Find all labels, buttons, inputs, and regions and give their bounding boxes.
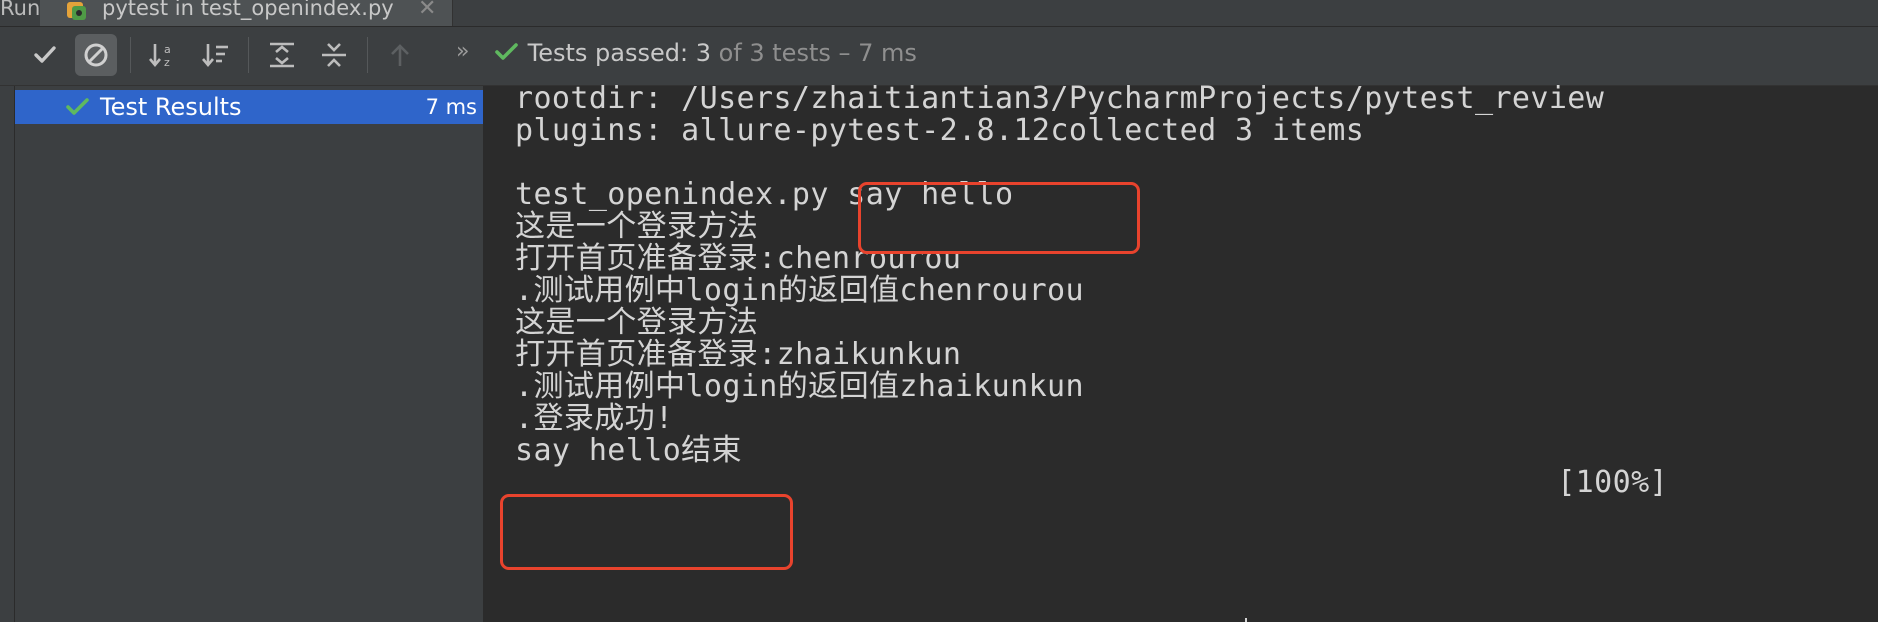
run-tab-bar: Run: pytest in test_openindex.py ✕ bbox=[0, 0, 1878, 27]
highlight-box-say-hello-end bbox=[500, 494, 793, 570]
console-line: .测试用例中login的返回值zhaikunkun bbox=[515, 369, 1084, 404]
sort-duration-icon bbox=[202, 44, 228, 68]
previous-failed-button[interactable] bbox=[379, 34, 421, 76]
tree-item-test-results[interactable]: Test Results 7 ms bbox=[15, 90, 483, 124]
test-runner-toolbar: a z » Tests passed: 3 of 3 tests – 7 ms bbox=[0, 27, 1878, 86]
svg-text:z: z bbox=[164, 56, 170, 69]
expand-all-icon bbox=[270, 42, 294, 68]
collapse-all-button[interactable] bbox=[313, 34, 355, 76]
toolbar-separator bbox=[248, 37, 249, 73]
forbidden-icon bbox=[84, 43, 108, 67]
tree-item-duration: 7 ms bbox=[425, 95, 477, 119]
run-tab[interactable]: pytest in test_openindex.py ✕ bbox=[40, 0, 453, 26]
tree-item-label: Test Results bbox=[100, 93, 242, 121]
console-line: 这是一个登录方法 bbox=[515, 305, 759, 340]
sort-alphabetically-button[interactable]: a z bbox=[142, 34, 184, 76]
show-ignored-button[interactable] bbox=[75, 34, 117, 76]
passed-check-icon bbox=[66, 98, 89, 115]
status-prefix: Tests passed: bbox=[527, 39, 696, 67]
pytest-icon bbox=[67, 2, 86, 20]
console-line: 这是一个登录方法 bbox=[515, 209, 759, 244]
console-line: plugins: allure-pytest-2.8.12collected 3… bbox=[515, 113, 1365, 148]
console-line: .测试用例中login的返回值chenrourou bbox=[515, 273, 1084, 308]
sort-by-duration-button[interactable] bbox=[195, 34, 237, 76]
status-passed-count: 3 bbox=[695, 39, 711, 67]
console-line: 打开首页准备登录:zhaikunkun bbox=[515, 337, 962, 372]
show-passed-button[interactable] bbox=[24, 34, 66, 76]
console-output[interactable]: rootdir: /Users/zhaitiantian3/PycharmPro… bbox=[485, 81, 1878, 622]
close-tab-icon[interactable]: ✕ bbox=[418, 0, 436, 21]
arrow-up-icon bbox=[391, 44, 409, 66]
highlight-box-say-hello bbox=[858, 182, 1140, 254]
status-suffix: of 3 tests – 7 ms bbox=[710, 39, 917, 67]
sort-alpha-icon: a z bbox=[149, 43, 171, 69]
more-actions-chevron-icon[interactable]: » bbox=[456, 39, 469, 64]
console-caret bbox=[1245, 618, 1247, 622]
check-icon bbox=[34, 46, 56, 63]
passed-check-icon bbox=[495, 43, 518, 60]
svg-text:a: a bbox=[164, 43, 171, 56]
expand-all-button[interactable] bbox=[261, 34, 303, 76]
collapse-all-icon bbox=[322, 43, 346, 67]
progress-percent: [100%] bbox=[1557, 465, 1668, 500]
console-line: .登录成功! bbox=[515, 401, 674, 436]
toolbar-separator bbox=[367, 37, 368, 73]
run-tab-title: pytest in test_openindex.py bbox=[102, 0, 394, 20]
test-tree: Test Results 7 ms bbox=[15, 86, 484, 622]
test-status-summary: Tests passed: 3 of 3 tests – 7 ms bbox=[494, 39, 917, 67]
left-gutter bbox=[0, 86, 15, 622]
toolbar-separator bbox=[130, 37, 131, 73]
console-line: rootdir: /Users/zhaitiantian3/PycharmPro… bbox=[515, 81, 1605, 116]
console-line: say hello结束 bbox=[515, 433, 742, 468]
